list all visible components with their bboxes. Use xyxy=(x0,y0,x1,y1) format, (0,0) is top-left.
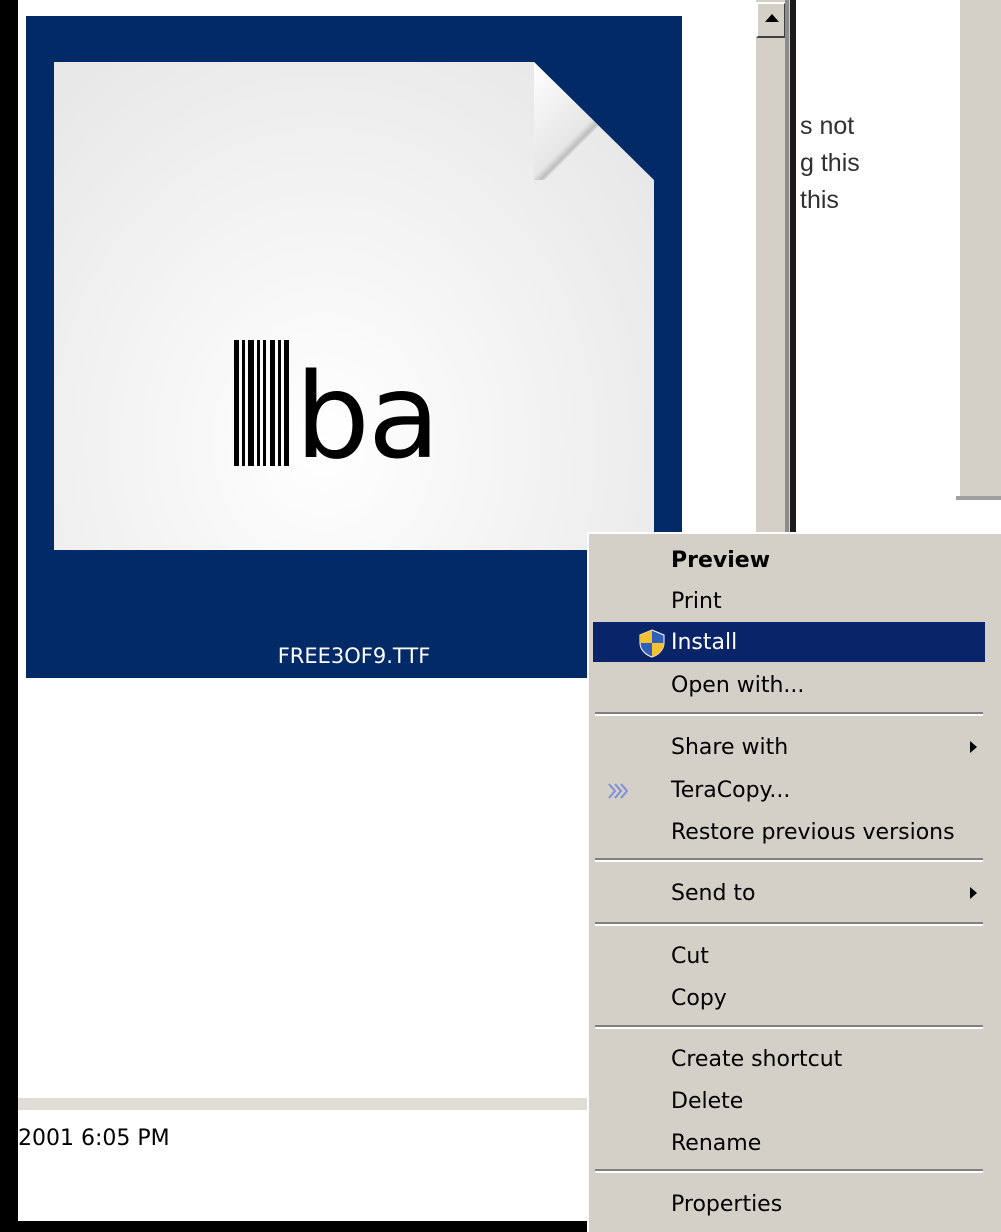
menu-item-label: Preview xyxy=(671,548,771,573)
barcode-glyph xyxy=(234,340,289,466)
date-modified: 2001 6:05 PM xyxy=(18,1126,170,1151)
context-menu: Preview Print Install Open with... Share… xyxy=(587,532,1001,1232)
menu-item-share-with[interactable]: Share with xyxy=(593,727,985,767)
menu-item-label: Install xyxy=(671,630,738,655)
page-curl xyxy=(534,62,654,180)
menu-item-properties[interactable]: Properties xyxy=(593,1184,985,1224)
menu-item-print[interactable]: Print xyxy=(593,581,985,621)
details-bar xyxy=(18,1098,618,1110)
menu-separator xyxy=(595,1025,983,1029)
menu-item-label: Open with... xyxy=(671,673,805,698)
menu-item-send-to[interactable]: Send to xyxy=(593,873,985,913)
details-pane-text: s not g this this xyxy=(800,108,950,219)
menu-item-teracopy[interactable]: TeraCopy... xyxy=(593,770,985,810)
right-pane-border xyxy=(956,496,1001,500)
menu-item-label: Properties xyxy=(671,1192,783,1217)
scroll-up-button[interactable] xyxy=(756,2,786,38)
submenu-arrow-icon xyxy=(970,887,977,899)
menu-separator xyxy=(595,922,983,926)
details-text-line: s not xyxy=(800,112,855,140)
submenu-arrow-icon xyxy=(970,741,977,753)
menu-separator xyxy=(595,858,983,862)
menu-item-label: Restore previous versions xyxy=(671,820,955,845)
menu-item-label: Create shortcut xyxy=(671,1047,843,1072)
right-pane-edge xyxy=(960,0,1001,500)
menu-item-create-shortcut[interactable]: Create shortcut xyxy=(593,1039,985,1079)
font-preview: ba xyxy=(234,332,440,485)
menu-item-rename[interactable]: Rename xyxy=(593,1123,985,1163)
menu-item-cut[interactable]: Cut xyxy=(593,936,985,976)
menu-item-label: TeraCopy... xyxy=(671,778,791,803)
menu-item-delete[interactable]: Delete xyxy=(593,1081,985,1121)
menu-item-label: Print xyxy=(671,589,722,614)
menu-separator xyxy=(595,712,983,716)
menu-item-label: Delete xyxy=(671,1089,744,1114)
menu-item-open-with[interactable]: Open with... xyxy=(593,665,985,705)
menu-item-label: Rename xyxy=(671,1131,762,1156)
details-text-line: this xyxy=(800,186,839,214)
menu-item-copy[interactable]: Copy xyxy=(593,978,985,1018)
selected-font-file[interactable]: ba FREE3OF9.TTF xyxy=(26,16,682,678)
menu-item-label: Copy xyxy=(671,986,727,1011)
menu-item-label: Cut xyxy=(671,944,709,969)
pane-divider[interactable] xyxy=(790,0,796,560)
uac-shield-icon xyxy=(637,628,667,664)
teracopy-icon xyxy=(607,780,631,808)
menu-separator xyxy=(595,1169,983,1173)
menu-item-preview[interactable]: Preview xyxy=(593,540,985,580)
file-name-label[interactable]: FREE3OF9.TTF xyxy=(26,644,682,668)
menu-item-label: Send to xyxy=(671,881,756,906)
font-preview-text: ba xyxy=(295,347,440,485)
details-text-line: g this xyxy=(800,149,860,177)
menu-item-install[interactable]: Install xyxy=(593,622,985,662)
scrollbar-shadow xyxy=(785,0,789,560)
menu-item-label: Share with xyxy=(671,735,789,760)
menu-item-restore-previous-versions[interactable]: Restore previous versions xyxy=(593,812,985,852)
